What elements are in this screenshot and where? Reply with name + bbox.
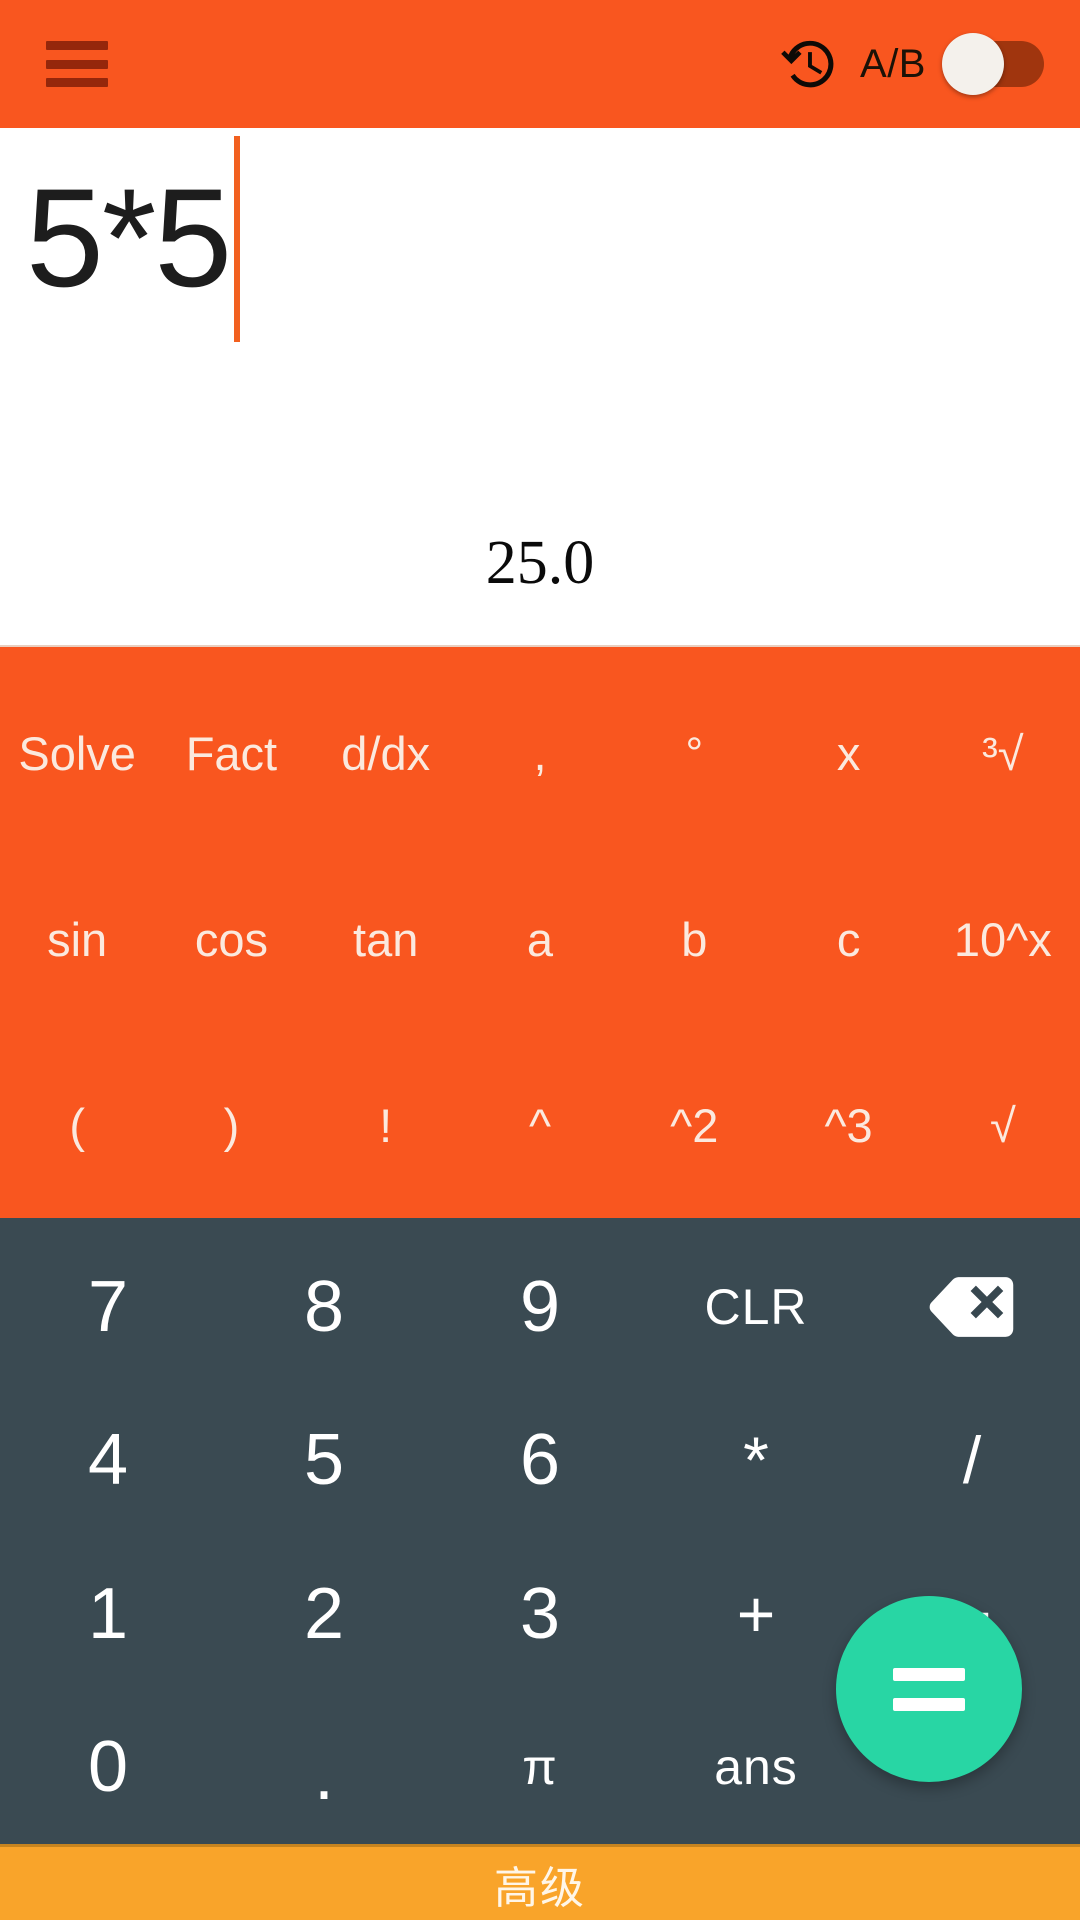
number-keypad: 7 8 9 CLR 4 5 6 * / 1 2 3 + − [0, 1218, 1080, 1844]
equals-button[interactable] [836, 1596, 1022, 1782]
num-key-five[interactable]: 5 [216, 1384, 432, 1538]
func-key-power[interactable]: ^ [463, 1032, 617, 1218]
app-bar: A/B [0, 0, 1080, 128]
function-row-1: Solve Fact d/dx , ° x ³√ [0, 661, 1080, 847]
func-key-square[interactable]: ^2 [617, 1032, 771, 1218]
function-row-2: sin cos tan a b c 10^x [0, 847, 1080, 1033]
number-row-2: 4 5 6 * / [0, 1384, 1080, 1538]
func-key-square-root[interactable]: √ [926, 1032, 1080, 1218]
func-key-variable-c[interactable]: c [771, 847, 925, 1033]
toggle-thumb [942, 33, 1004, 95]
func-key-tan[interactable]: tan [309, 847, 463, 1033]
ab-mode-toggle[interactable] [942, 33, 1044, 95]
result-text: 25.0 [485, 529, 595, 597]
num-key-plus[interactable]: + [648, 1537, 864, 1691]
func-key-sin[interactable]: sin [0, 847, 154, 1033]
func-key-degree[interactable]: ° [617, 661, 771, 847]
func-key-factorial[interactable]: ! [309, 1032, 463, 1218]
hamburger-bar [46, 59, 108, 69]
func-key-close-paren[interactable]: ) [154, 1032, 308, 1218]
func-key-variable-a[interactable]: a [463, 847, 617, 1033]
func-key-solve[interactable]: Solve [0, 661, 154, 847]
backspace-icon [929, 1276, 1014, 1337]
num-key-backspace[interactable] [864, 1230, 1080, 1384]
num-key-divide[interactable]: / [864, 1384, 1080, 1538]
num-key-eight[interactable]: 8 [216, 1230, 432, 1384]
func-key-cube-root[interactable]: ³√ [926, 661, 1080, 847]
expression-row: 5*5 [0, 128, 1080, 348]
num-key-four[interactable]: 4 [0, 1384, 216, 1538]
num-key-multiply[interactable]: * [648, 1384, 864, 1538]
hamburger-bar [46, 41, 108, 50]
ab-mode-label: A/B [860, 41, 926, 86]
text-cursor [234, 136, 241, 342]
num-key-nine[interactable]: 9 [432, 1230, 648, 1384]
func-key-variable-b[interactable]: b [617, 847, 771, 1033]
func-key-cube[interactable]: ^3 [771, 1032, 925, 1218]
func-key-derivative[interactable]: d/dx [309, 661, 463, 847]
num-key-clear[interactable]: CLR [648, 1230, 864, 1384]
func-key-cos[interactable]: cos [154, 847, 308, 1033]
func-key-comma[interactable]: , [463, 661, 617, 847]
num-key-zero[interactable]: 0 [0, 1691, 216, 1845]
calculator-app: A/B 5*5 25.0 Solve Fact d/dx , ° x ³√ si… [0, 0, 1080, 1920]
advanced-mode-label: 高级 [494, 1862, 586, 1914]
func-key-open-paren[interactable]: ( [0, 1032, 154, 1218]
number-row-1: 7 8 9 CLR [0, 1230, 1080, 1384]
function-row-3: ( ) ! ^ ^2 ^3 √ [0, 1032, 1080, 1218]
num-key-six[interactable]: 6 [432, 1384, 648, 1538]
equals-icon-bar [893, 1667, 965, 1681]
num-key-pi[interactable]: π [432, 1691, 648, 1845]
hamburger-menu-icon[interactable] [46, 41, 108, 87]
num-key-decimal-point[interactable]: . [216, 1691, 432, 1845]
history-clock-icon[interactable] [776, 33, 838, 95]
app-bar-actions: A/B [776, 33, 1044, 95]
advanced-mode-bar[interactable]: 高级 [0, 1844, 1080, 1920]
num-key-seven[interactable]: 7 [0, 1230, 216, 1384]
equals-icon-bar [893, 1697, 965, 1711]
num-key-answer[interactable]: ans [648, 1691, 864, 1845]
expression-text: 5*5 [26, 159, 232, 316]
num-key-three[interactable]: 3 [432, 1537, 648, 1691]
num-key-one[interactable]: 1 [0, 1537, 216, 1691]
display-area[interactable]: 5*5 25.0 [0, 128, 1080, 645]
func-key-variable-x[interactable]: x [771, 661, 925, 847]
hamburger-bar [46, 78, 108, 87]
func-key-fact[interactable]: Fact [154, 661, 308, 847]
num-key-two[interactable]: 2 [216, 1537, 432, 1691]
function-keypad: Solve Fact d/dx , ° x ³√ sin cos tan a b… [0, 645, 1080, 1218]
func-key-ten-power-x[interactable]: 10^x [926, 847, 1080, 1033]
